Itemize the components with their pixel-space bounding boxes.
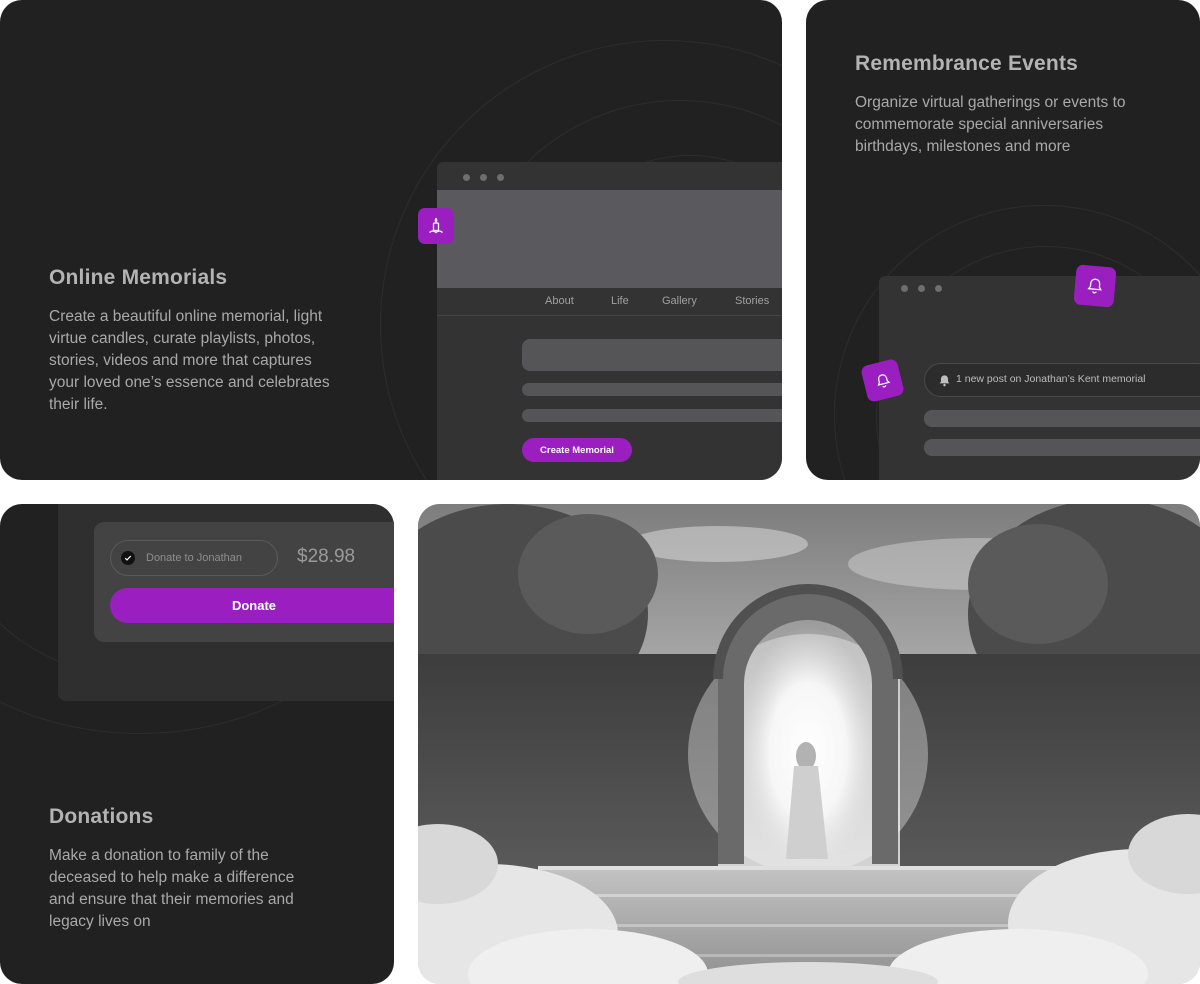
window-controls: [463, 174, 504, 181]
content-placeholder: [924, 410, 1200, 427]
content-placeholder: [924, 439, 1200, 456]
donations-description: Make a donation to family of the decease…: [49, 847, 295, 930]
donations-title: Donations: [49, 805, 154, 828]
memorial-browser-window: About Life Gallery Stories Create Memori…: [437, 162, 782, 480]
events-description: Organize virtual gatherings or events to…: [855, 94, 1126, 155]
nav-life[interactable]: Life: [611, 295, 629, 307]
content-placeholder: [522, 383, 782, 396]
window-controls: [901, 285, 942, 292]
nav-about[interactable]: About: [545, 295, 574, 307]
notification-pill[interactable]: 1 new post on Jonathan’s Kent memorial: [924, 363, 1200, 397]
donation-option[interactable]: Donate to Jonathan: [110, 540, 278, 576]
candle-icon: [418, 208, 454, 244]
bell-icon: [1073, 264, 1117, 308]
create-memorial-button[interactable]: Create Memorial: [522, 438, 632, 462]
memorial-nav: About Life Gallery Stories: [437, 288, 782, 316]
events-browser-window: 1 new post on Jonathan’s Kent memorial: [879, 276, 1200, 480]
remembrance-events-card: Remembrance Events Organize virtual gath…: [806, 0, 1200, 480]
donation-option-label: Donate to Jonathan: [146, 552, 243, 564]
events-title: Remembrance Events: [855, 52, 1079, 75]
cover-banner: [437, 190, 782, 288]
content-placeholder: [522, 409, 782, 422]
memorials-description: Create a beautiful online memorial, ligh…: [49, 308, 330, 413]
notification-text: 1 new post on Jonathan’s Kent memorial: [956, 373, 1146, 385]
bell-icon: [939, 375, 950, 387]
online-memorials-card: Online Memorials Create a beautiful onli…: [0, 0, 782, 480]
donate-button[interactable]: Donate: [110, 588, 394, 623]
nav-gallery[interactable]: Gallery: [662, 295, 697, 307]
garden-archway-image: [418, 504, 1200, 984]
donations-card: Donate to Jonathan $28.98 Donate Donatio…: [0, 504, 394, 984]
check-icon: [121, 551, 135, 565]
content-placeholder: [522, 339, 782, 371]
donation-amount: $28.98: [297, 546, 356, 567]
garden-archway-illustration: [418, 504, 1200, 984]
memorials-title: Online Memorials: [49, 266, 228, 289]
donation-widget: Donate to Jonathan $28.98 Donate: [94, 522, 394, 642]
nav-stories[interactable]: Stories: [735, 295, 769, 307]
